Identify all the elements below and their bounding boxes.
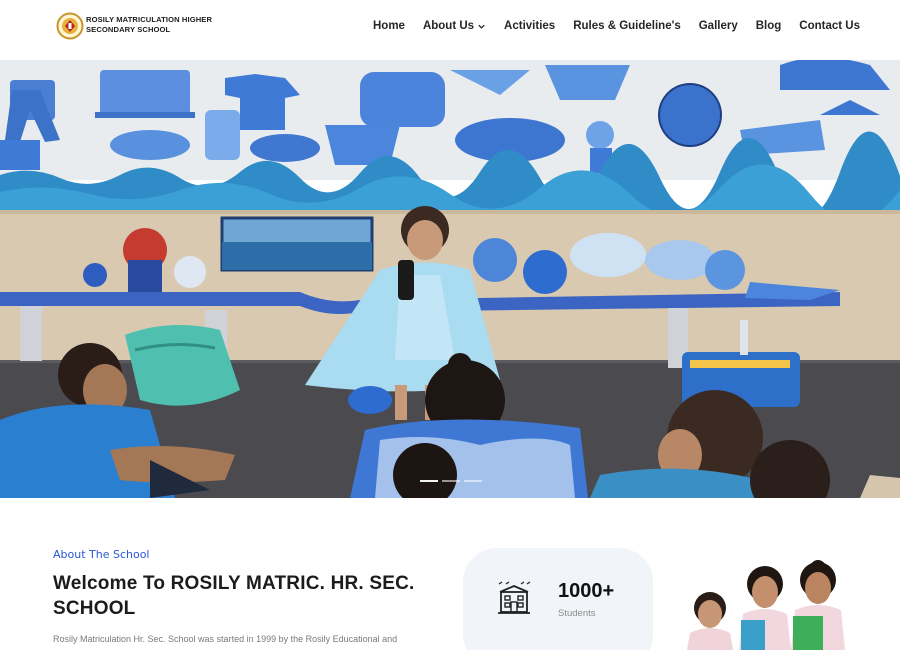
school-building-icon	[498, 581, 531, 614]
students-photo	[687, 560, 845, 650]
nav-about-us-label: About Us	[422, 20, 475, 32]
about-text: Rosily Matriculation Hr. Sec. School was…	[53, 634, 398, 644]
nav-contact-us[interactable]: Contact Us	[799, 20, 860, 32]
nav-contact-us-label: Contact Us	[799, 20, 860, 32]
nav-blog[interactable]: Blog	[756, 20, 782, 32]
stat-label: Students	[558, 608, 596, 619]
slider-dot[interactable]	[464, 480, 482, 482]
slider-dots	[420, 480, 482, 482]
stat-card-students: 1000+ Students	[463, 548, 653, 650]
hero-slider[interactable]	[0, 60, 900, 498]
about-eyebrow: About The School	[53, 548, 150, 561]
nav-rules[interactable]: Rules & Guideline's	[573, 20, 681, 32]
slider-dot[interactable]	[420, 480, 438, 482]
school-logo[interactable]	[56, 11, 84, 41]
nav-about-us[interactable]: About Us	[423, 20, 486, 32]
about-title: Welcome To ROSILY MATRIC. HR. SEC. SCHOO…	[53, 573, 415, 619]
school-name[interactable]: ROSILY MATRICULATION HIGHER SECONDARY SC…	[86, 15, 226, 35]
main-nav: Home About Us Activities Rules & Guideli…	[355, 20, 860, 32]
nav-home[interactable]: Home	[373, 20, 405, 32]
nav-blog-label: Blog	[755, 20, 782, 32]
slider-dot[interactable]	[442, 480, 460, 482]
nav-gallery[interactable]: Gallery	[699, 20, 738, 32]
stat-value: 1000+	[558, 580, 615, 602]
nav-rules-label: Rules & Guideline's	[573, 20, 681, 32]
nav-activities-label: Activities	[504, 20, 556, 32]
site-header: ROSILY MATRICULATION HIGHER SECONDARY SC…	[0, 0, 900, 60]
hero-photo	[0, 60, 900, 498]
nav-activities[interactable]: Activities	[504, 20, 555, 32]
chevron-down-icon	[478, 24, 485, 29]
nav-gallery-label: Gallery	[698, 20, 738, 32]
nav-home-label: Home	[372, 20, 405, 32]
